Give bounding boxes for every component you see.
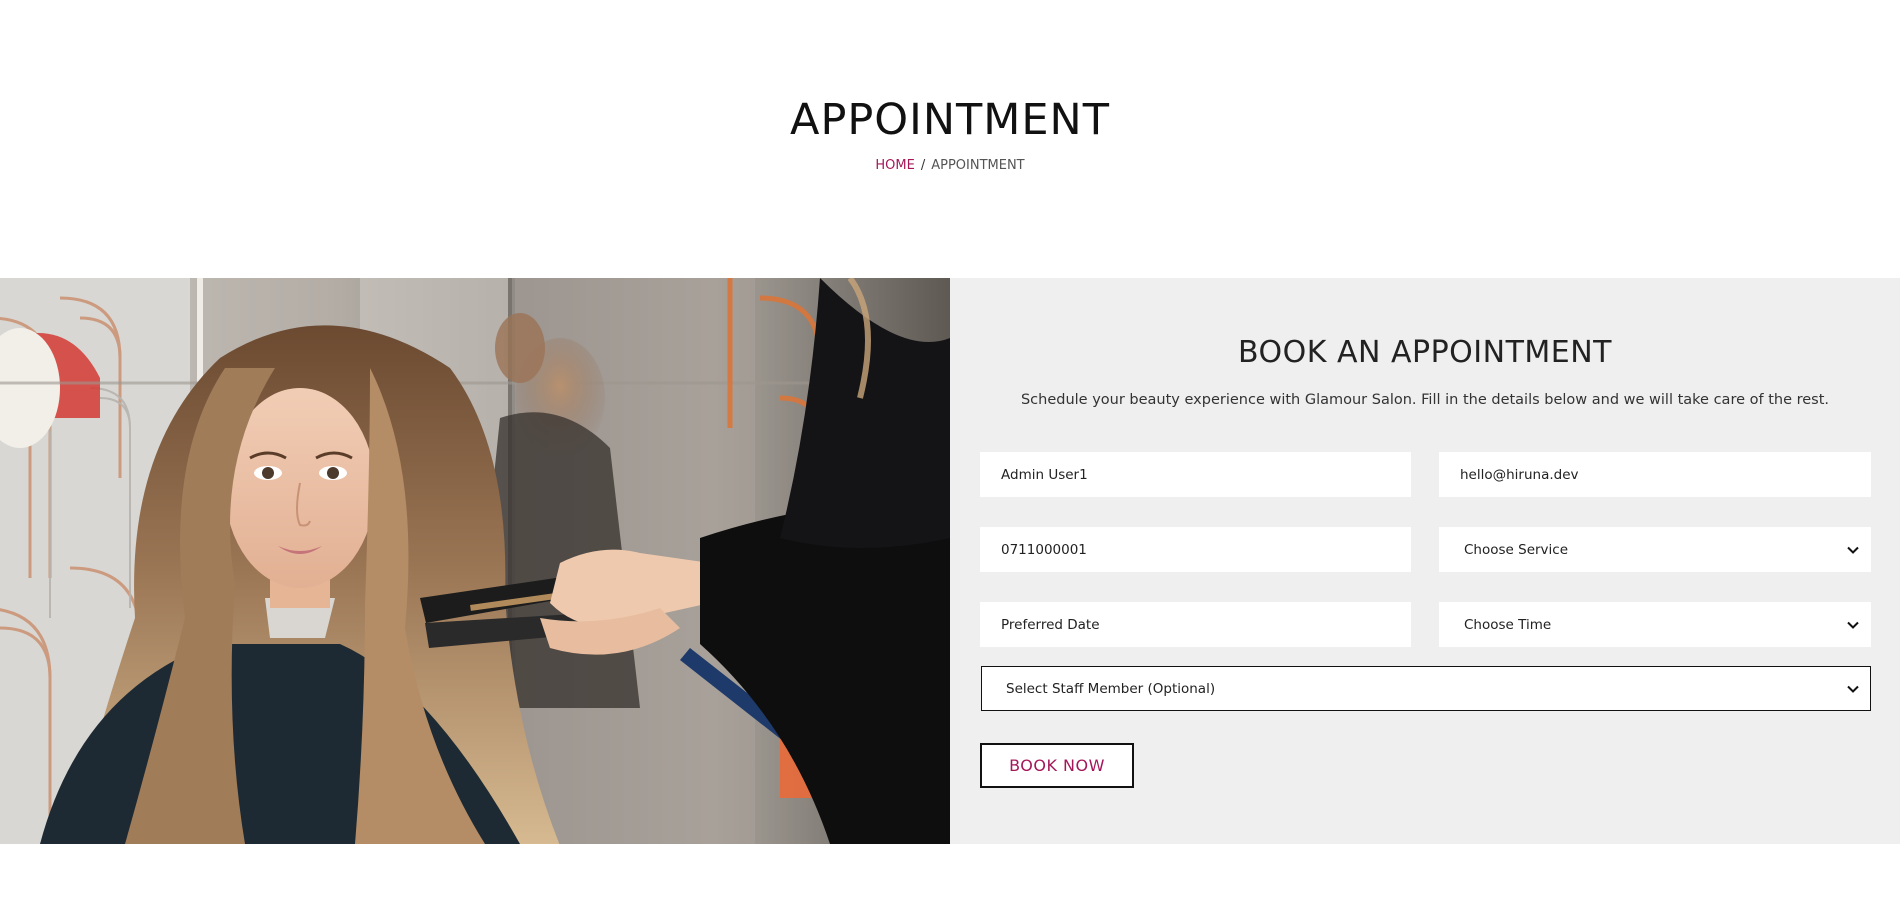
name-input[interactable] xyxy=(1001,466,1410,483)
book-now-button[interactable]: BOOK NOW xyxy=(980,743,1134,788)
staff-select[interactable]: Select Staff Member (Optional) xyxy=(981,666,1871,711)
chevron-down-icon xyxy=(1847,546,1859,554)
service-select-value: Choose Service xyxy=(1464,541,1569,558)
preferred-date-field[interactable] xyxy=(980,602,1411,647)
chevron-down-icon xyxy=(1847,621,1859,629)
page-header: APPOINTMENT HOME / APPOINTMENT xyxy=(0,0,1900,278)
chevron-down-icon xyxy=(1847,685,1859,693)
page-title: APPOINTMENT xyxy=(790,95,1110,145)
time-select-value: Choose Time xyxy=(1464,616,1552,633)
breadcrumb-separator: / xyxy=(920,158,926,173)
form-title: BOOK AN APPOINTMENT xyxy=(1237,335,1613,370)
email-input[interactable] xyxy=(1460,466,1870,483)
phone-input[interactable] xyxy=(1001,541,1410,558)
name-field[interactable] xyxy=(980,452,1411,497)
service-select[interactable]: Choose Service xyxy=(1439,527,1871,572)
appointment-form-panel: BOOK AN APPOINTMENT Schedule your beauty… xyxy=(950,278,1900,844)
breadcrumb-current: APPOINTMENT xyxy=(931,158,1025,173)
salon-photo xyxy=(0,278,950,844)
form-subtitle: Schedule your beauty experience with Gla… xyxy=(1020,392,1830,408)
staff-select-value: Select Staff Member (Optional) xyxy=(1006,680,1216,697)
phone-field[interactable] xyxy=(980,527,1411,572)
email-field[interactable] xyxy=(1439,452,1871,497)
preferred-date-input[interactable] xyxy=(1001,616,1410,633)
breadcrumb-home-link[interactable]: HOME xyxy=(875,158,914,173)
breadcrumb: HOME / APPOINTMENT xyxy=(0,158,1900,174)
time-select[interactable]: Choose Time xyxy=(1439,602,1871,647)
